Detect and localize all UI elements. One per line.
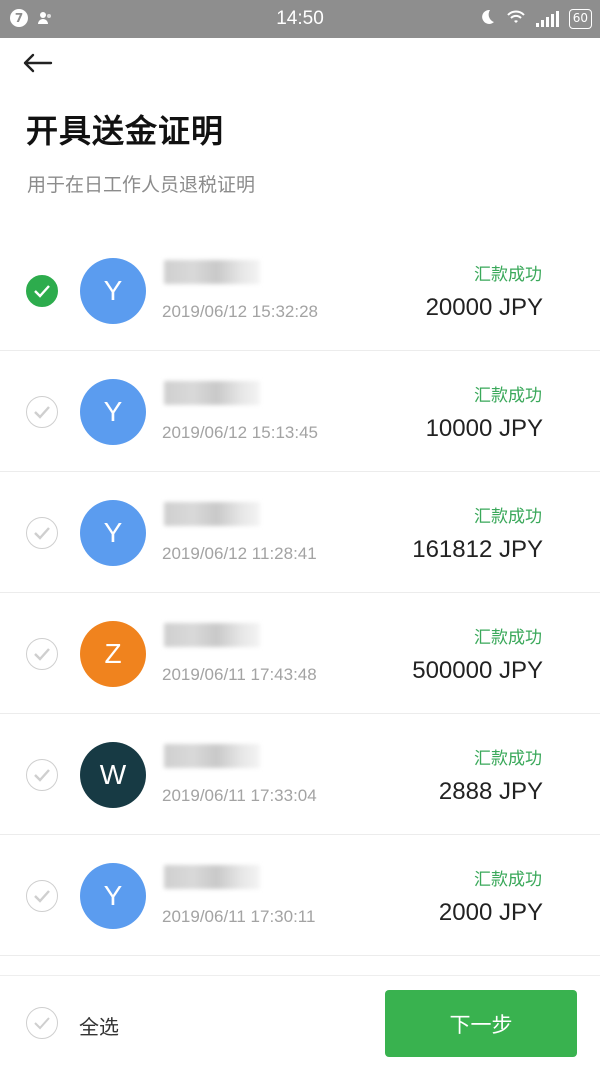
transaction-date: 2019/06/12 15:13:45 (162, 423, 318, 442)
transaction-row[interactable]: Z 2019/06/11 17:43:48 汇款成功 500000 JPY (0, 593, 600, 714)
status-right: 60 (478, 8, 592, 30)
row-checkbox[interactable] (26, 396, 58, 428)
select-all-label[interactable]: 全选 (79, 1011, 119, 1040)
transaction-date: 2019/06/12 15:32:28 (162, 302, 318, 321)
transaction-amount: 2000 JPY (438, 899, 543, 926)
battery-indicator: 60 (568, 9, 592, 29)
transaction-amount: 20000 JPY (425, 294, 543, 321)
checkmark-icon (34, 406, 50, 419)
row-checkbox[interactable] (26, 275, 58, 307)
transaction-date: 2019/06/11 17:30:11 (162, 907, 316, 926)
status-bar: 7 14:50 60 (0, 0, 600, 38)
row-checkbox[interactable] (26, 759, 58, 791)
transaction-status: 汇款成功 (474, 749, 542, 769)
transaction-status: 汇款成功 (474, 628, 542, 648)
transaction-row[interactable]: Y 2019/06/11 17:30:11 汇款成功 2000 JPY (0, 835, 600, 956)
transaction-row[interactable]: Y 2019/06/12 15:13:45 汇款成功 10000 JPY (0, 351, 600, 472)
transaction-row[interactable]: Y 2019/06/12 11:28:41 汇款成功 161812 JPY (0, 472, 600, 593)
moon-icon (478, 8, 496, 30)
redacted-name (164, 260, 260, 284)
transaction-amount: 500000 JPY (412, 657, 543, 684)
checkmark-icon (34, 1017, 50, 1030)
person-icon (36, 9, 54, 27)
avatar: W (80, 742, 146, 808)
transaction-amount: 2888 JPY (438, 778, 543, 805)
redacted-name (164, 502, 260, 526)
transaction-status: 汇款成功 (474, 870, 542, 890)
avatar: Y (80, 863, 146, 929)
back-button[interactable] (18, 46, 58, 80)
status-time: 14:50 (276, 8, 324, 29)
avatar: Y (80, 258, 146, 324)
checkmark-icon (34, 890, 50, 903)
bottom-bar: 全选 下一步 (0, 975, 600, 1069)
transaction-date: 2019/06/11 17:43:48 (162, 665, 317, 684)
redacted-name (164, 381, 260, 405)
page-subtitle: 用于在日工作人员退税证明 (27, 174, 256, 196)
transaction-amount: 161812 JPY (412, 536, 543, 563)
transaction-amount: 10000 JPY (425, 415, 543, 442)
wifi-icon (506, 9, 526, 29)
redacted-name (164, 744, 260, 768)
select-all-checkbox[interactable] (26, 1007, 58, 1039)
transaction-row[interactable]: W 2019/06/11 17:33:04 汇款成功 2888 JPY (0, 714, 600, 835)
transaction-status: 汇款成功 (474, 507, 542, 527)
checkmark-icon (34, 648, 50, 661)
row-checkbox[interactable] (26, 638, 58, 670)
checkmark-icon (34, 285, 50, 298)
checkmark-icon (34, 769, 50, 782)
redacted-name (164, 865, 260, 889)
status-left: 7 (10, 9, 54, 27)
transaction-date: 2019/06/12 11:28:41 (162, 544, 317, 563)
checkmark-icon (34, 527, 50, 540)
transaction-status: 汇款成功 (474, 386, 542, 406)
row-checkbox[interactable] (26, 880, 58, 912)
avatar: Y (80, 379, 146, 445)
next-button[interactable]: 下一步 (385, 990, 577, 1057)
redacted-name (164, 623, 260, 647)
signal-icon (535, 11, 559, 27)
row-checkbox[interactable] (26, 517, 58, 549)
back-arrow-icon (23, 53, 53, 73)
page-title: 开具送金证明 (26, 112, 225, 150)
avatar: Y (80, 500, 146, 566)
transaction-date: 2019/06/11 17:33:04 (162, 786, 317, 805)
avatar: Z (80, 621, 146, 687)
transaction-row[interactable]: Y 2019/06/12 15:32:28 汇款成功 20000 JPY (0, 230, 600, 351)
transaction-status: 汇款成功 (474, 265, 542, 285)
notification-badge: 7 (10, 9, 28, 27)
